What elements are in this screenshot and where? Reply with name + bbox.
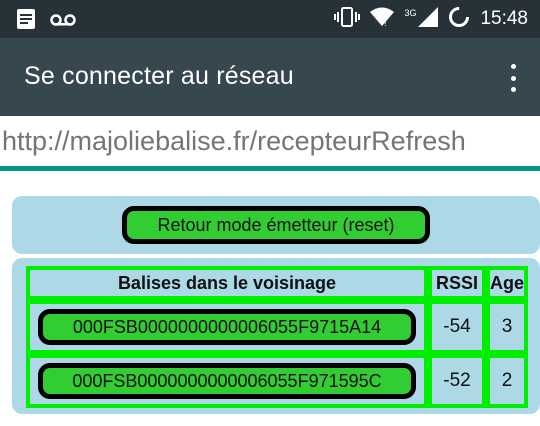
voicemail-icon — [50, 12, 76, 31]
cell-signal-icon — [418, 7, 439, 31]
more-vert-icon[interactable] — [506, 64, 520, 92]
age-cell: 3 — [486, 300, 529, 354]
table-row: 000FSB0000000000006055F971595C -52 2 — [26, 354, 529, 408]
beacon-cell: 000FSB0000000000006055F9715A14 — [26, 300, 428, 354]
rssi-cell: -52 — [428, 354, 486, 408]
url-divider — [0, 166, 540, 171]
beacon-button[interactable]: 000FSB0000000000006055F9715A14 — [38, 309, 416, 345]
header-age: Age — [486, 266, 529, 300]
page-title: Se connecter au réseau — [24, 62, 294, 90]
svg-text:!: ! — [384, 18, 387, 27]
notes-icon — [16, 8, 36, 34]
beacon-cell: 000FSB0000000000006055F971595C — [26, 354, 428, 408]
table-header-row: Balises dans le voisinage RSSI Age — [26, 266, 529, 300]
vibrate-icon — [334, 7, 361, 31]
age-cell: 2 — [486, 354, 529, 408]
status-bar: ! 3G 15:48 — [0, 0, 540, 38]
reset-button[interactable]: Retour mode émetteur (reset) — [122, 206, 430, 244]
reset-panel: Retour mode émetteur (reset) — [12, 196, 540, 254]
beacons-table: Balises dans le voisinage RSSI Age 000FS… — [26, 266, 529, 408]
rssi-cell: -54 — [428, 300, 486, 354]
wifi-icon: ! — [370, 7, 395, 31]
header-beacons: Balises dans le voisinage — [26, 266, 428, 300]
clock: 15:48 — [480, 8, 528, 29]
beacons-panel: Balises dans le voisinage RSSI Age 000FS… — [12, 258, 540, 414]
beacon-button[interactable]: 000FSB0000000000006055F971595C — [38, 363, 416, 399]
table-row: 000FSB0000000000006055F9715A14 -54 3 — [26, 300, 529, 354]
url-text: http://majoliebalise.fr/recepteurRefresh — [2, 126, 466, 156]
battery-loading-icon — [448, 6, 470, 32]
network-type: 3G — [404, 8, 417, 18]
app-bar: Se connecter au réseau — [0, 38, 540, 116]
url-bar: http://majoliebalise.fr/recepteurRefresh — [0, 116, 540, 166]
header-rssi: RSSI — [428, 266, 486, 300]
